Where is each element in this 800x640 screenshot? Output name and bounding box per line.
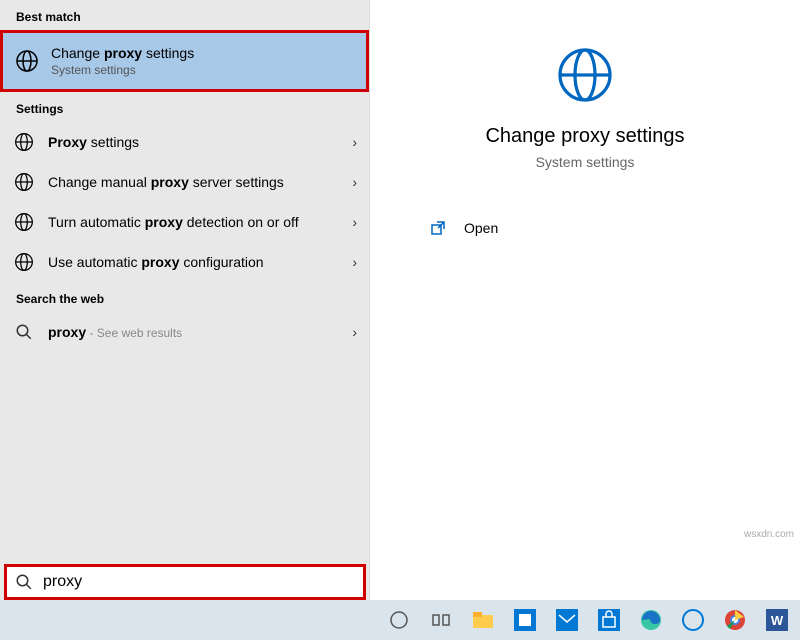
app-icon[interactable] bbox=[511, 606, 539, 634]
result-settings-item[interactable]: Change manual proxy server settings › bbox=[0, 162, 369, 202]
cortana-icon[interactable] bbox=[385, 606, 413, 634]
result-settings-item[interactable]: Use automatic proxy configuration › bbox=[0, 242, 369, 282]
globe-icon bbox=[555, 45, 615, 105]
search-icon bbox=[12, 320, 36, 344]
watermark: wsxdn.com bbox=[744, 529, 794, 540]
result-title: Use automatic proxy configuration bbox=[48, 254, 344, 270]
result-web-proxy[interactable]: proxy - See web results › bbox=[0, 312, 369, 352]
dell-icon[interactable] bbox=[679, 606, 707, 634]
result-settings-item[interactable]: Proxy settings › bbox=[0, 122, 369, 162]
svg-text:W: W bbox=[771, 613, 784, 628]
globe-icon bbox=[12, 130, 36, 154]
result-title: Proxy settings bbox=[48, 134, 344, 150]
result-subtitle: System settings bbox=[51, 63, 354, 77]
word-icon[interactable]: W bbox=[763, 606, 791, 634]
chevron-right-icon: › bbox=[352, 214, 357, 230]
store-icon[interactable] bbox=[595, 606, 623, 634]
file-explorer-icon[interactable] bbox=[469, 606, 497, 634]
chevron-right-icon: › bbox=[352, 174, 357, 190]
section-search-web: Search the web bbox=[0, 282, 369, 312]
section-best-match: Best match bbox=[0, 0, 369, 30]
preview-title: Change proxy settings bbox=[485, 125, 684, 148]
taskbar: W bbox=[0, 600, 800, 640]
task-view-icon[interactable] bbox=[427, 606, 455, 634]
chevron-right-icon: › bbox=[352, 134, 357, 150]
chevron-right-icon: › bbox=[352, 254, 357, 270]
search-bar[interactable] bbox=[4, 564, 366, 600]
globe-icon bbox=[12, 210, 36, 234]
open-button[interactable]: Open bbox=[430, 220, 498, 236]
chrome-icon[interactable] bbox=[721, 606, 749, 634]
result-settings-item[interactable]: Turn automatic proxy detection on or off… bbox=[0, 202, 369, 242]
chevron-right-icon: › bbox=[352, 324, 357, 340]
globe-icon bbox=[15, 49, 39, 73]
globe-icon bbox=[12, 170, 36, 194]
search-icon bbox=[15, 573, 33, 591]
result-change-proxy-settings[interactable]: Change proxy settings System settings bbox=[0, 30, 369, 92]
search-results-panel: Best match Change proxy settings System … bbox=[0, 0, 370, 600]
search-input[interactable] bbox=[43, 573, 355, 591]
open-icon bbox=[430, 220, 446, 236]
globe-icon bbox=[12, 250, 36, 274]
result-title: proxy - See web results bbox=[48, 324, 344, 340]
preview-panel: Change proxy settings System settings Op… bbox=[370, 0, 800, 600]
result-title: Turn automatic proxy detection on or off bbox=[48, 214, 344, 230]
result-title: Change proxy settings bbox=[51, 45, 354, 61]
result-title: Change manual proxy server settings bbox=[48, 174, 344, 190]
edge-icon[interactable] bbox=[637, 606, 665, 634]
preview-subtitle: System settings bbox=[536, 154, 635, 170]
section-settings: Settings bbox=[0, 92, 369, 122]
mail-icon[interactable] bbox=[553, 606, 581, 634]
open-label: Open bbox=[464, 220, 498, 236]
